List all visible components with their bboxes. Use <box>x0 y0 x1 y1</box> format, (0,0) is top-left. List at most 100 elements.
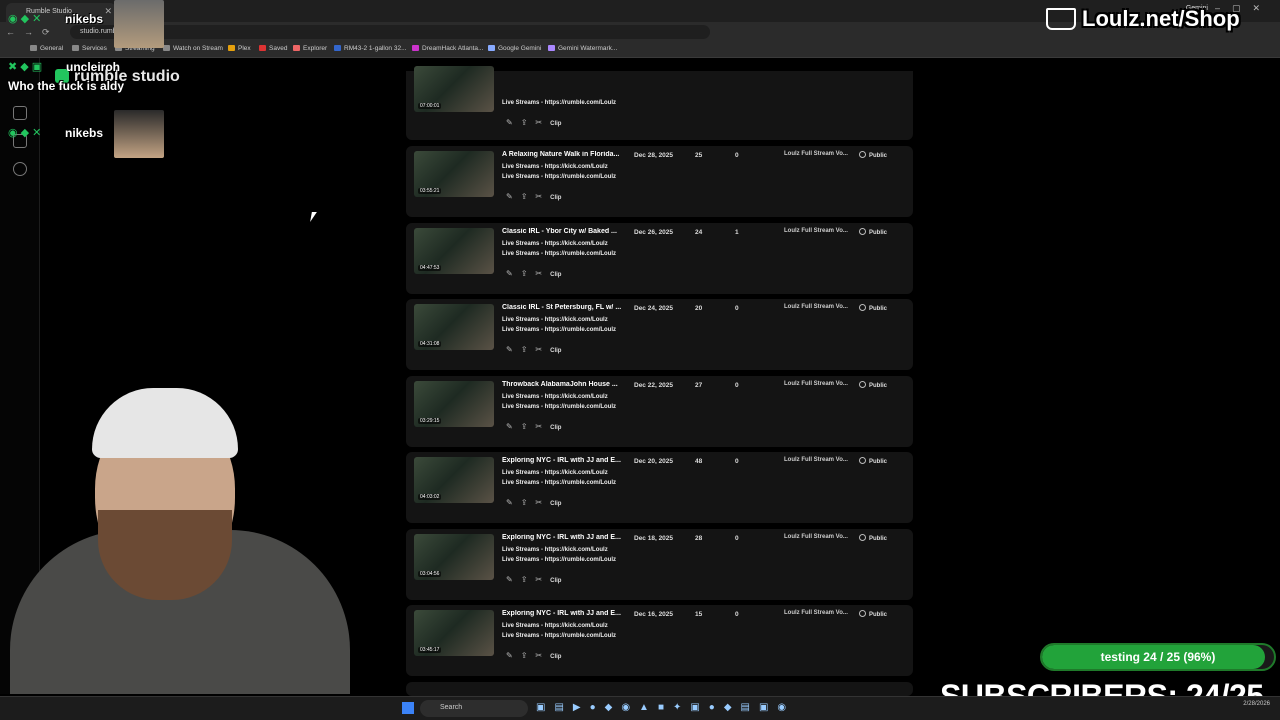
bookmark-item[interactable]: General <box>30 45 63 52</box>
clip-button[interactable]: Clip <box>550 195 561 201</box>
scissors-icon[interactable]: ✂ <box>535 192 542 201</box>
row-actions: ✎ ⇪ ✂ Clip <box>506 118 569 127</box>
bookmark-label: Plex <box>238 45 251 52</box>
bookmark-item[interactable]: Watch on Stream <box>163 45 223 52</box>
video-visibility[interactable]: Public <box>859 381 887 389</box>
video-title[interactable]: Classic IRL - St Petersburg, FL w/ ... <box>502 304 626 311</box>
edit-icon[interactable]: ✎ <box>506 575 513 584</box>
bookmark-item[interactable]: Gemini Watermark... <box>548 45 617 52</box>
video-thumbnail[interactable]: 07:00:01 <box>414 66 494 112</box>
edit-icon[interactable]: ✎ <box>506 118 513 127</box>
video-visibility[interactable]: Public <box>859 151 887 159</box>
clip-button[interactable]: Clip <box>550 348 561 354</box>
gear-icon[interactable] <box>13 162 27 176</box>
video-title[interactable]: Exploring NYC - IRL with JJ and E... <box>502 457 626 464</box>
content-icon[interactable] <box>13 106 27 120</box>
video-playlist[interactable]: Loulz Full Stream Vo... <box>784 304 848 310</box>
bookmark-item[interactable]: Google Gemini <box>488 45 541 52</box>
scissors-icon[interactable]: ✂ <box>535 269 542 278</box>
video-thumbnail[interactable]: 03:55:21 <box>414 151 494 197</box>
bookmark-item[interactable]: RM43-2 1-gallon 32... <box>334 45 407 52</box>
bookmark-item[interactable]: Services <box>72 45 107 52</box>
scissors-icon[interactable]: ✂ <box>535 422 542 431</box>
video-row[interactable]: 03:29:15 Throwback AlabamaJohn House ...… <box>406 376 913 447</box>
share-icon[interactable]: ⇪ <box>521 192 528 201</box>
video-title[interactable]: Throwback AlabamaJohn House ... <box>502 381 626 388</box>
mouse-cursor <box>310 212 317 222</box>
share-icon[interactable]: ⇪ <box>521 345 528 354</box>
video-visibility[interactable]: Public <box>859 610 887 618</box>
video-playlist[interactable]: Loulz Full Stream Vo... <box>784 610 848 616</box>
clip-button[interactable]: Clip <box>550 121 561 127</box>
edit-icon[interactable]: ✎ <box>506 498 513 507</box>
clip-button[interactable]: Clip <box>550 272 561 278</box>
video-row[interactable]: 03:45:17 Exploring NYC - IRL with JJ and… <box>406 605 913 676</box>
edit-icon[interactable]: ✎ <box>506 269 513 278</box>
video-comments: 0 <box>735 382 739 389</box>
video-thumbnail[interactable]: 04:31:08 <box>414 304 494 350</box>
edit-icon[interactable]: ✎ <box>506 422 513 431</box>
video-visibility[interactable]: Public <box>859 457 887 465</box>
bookmark-item[interactable]: Plex <box>228 45 251 52</box>
scissors-icon[interactable]: ✂ <box>535 345 542 354</box>
video-row[interactable]: 04:31:08 Classic IRL - St Petersburg, FL… <box>406 299 913 370</box>
share-icon[interactable]: ⇪ <box>521 422 528 431</box>
video-thumbnail[interactable]: 04:47:53 <box>414 228 494 274</box>
video-description: Live Streams - https://kick.com/Loulz <box>502 470 608 476</box>
video-duration: 04:31:08 <box>418 341 442 347</box>
video-duration: 03:29:15 <box>418 418 442 424</box>
video-visibility[interactable]: Public <box>859 304 887 312</box>
video-thumbnail[interactable]: 04:03:02 <box>414 457 494 503</box>
bookmark-item[interactable]: Explorer <box>293 45 327 52</box>
bookmark-item[interactable]: Saved <box>259 45 287 52</box>
video-row[interactable]: 04:47:53 Classic IRL - Ybor City w/ Bake… <box>406 223 913 294</box>
bookmark-item[interactable]: DreamHack Atlanta... <box>412 45 483 52</box>
scissors-icon[interactable]: ✂ <box>535 575 542 584</box>
share-icon[interactable]: ⇪ <box>521 118 528 127</box>
video-title[interactable]: Exploring NYC - IRL with JJ and E... <box>502 610 626 617</box>
taskbar-app-icons[interactable]: ▣▤▶●◆◉▲■✦▣●◆▤▣◉ <box>536 702 795 713</box>
video-title[interactable]: Classic IRL - Ybor City w/ Baked ... <box>502 228 626 235</box>
video-row-partial[interactable] <box>406 682 913 696</box>
video-row[interactable]: 03:04:56 Exploring NYC - IRL with JJ and… <box>406 529 913 600</box>
scissors-icon[interactable]: ✂ <box>535 118 542 127</box>
video-title[interactable]: A Relaxing Nature Walk in Florida... <box>502 151 626 158</box>
system-tray[interactable]: 2/28/2026 <box>1243 700 1270 708</box>
scissors-icon[interactable]: ✂ <box>535 651 542 660</box>
edit-icon[interactable]: ✎ <box>506 192 513 201</box>
windows-start-icon[interactable] <box>402 702 414 714</box>
video-duration: 03:55:21 <box>418 188 442 194</box>
video-thumbnail[interactable]: 03:04:56 <box>414 534 494 580</box>
taskbar-search[interactable]: Search <box>420 700 528 717</box>
video-playlist[interactable]: Loulz Full Stream Vo... <box>784 381 848 387</box>
video-title[interactable]: Exploring NYC - IRL with JJ and E... <box>502 534 626 541</box>
close-tab-icon[interactable]: ✕ <box>104 6 112 17</box>
url-field[interactable]: studio.rumble.com <box>70 25 710 39</box>
clip-button[interactable]: Clip <box>550 578 561 584</box>
video-row[interactable]: 07:00:01 Live Streams - https://rumble.c… <box>406 66 913 140</box>
video-row[interactable]: 04:03:02 Exploring NYC - IRL with JJ and… <box>406 452 913 523</box>
visibility-label: Public <box>869 153 888 159</box>
video-thumbnail[interactable]: 03:45:17 <box>414 610 494 656</box>
video-playlist[interactable]: Loulz Full Stream Vo... <box>784 151 848 157</box>
video-thumbnail[interactable]: 03:29:15 <box>414 381 494 427</box>
video-playlist[interactable]: Loulz Full Stream Vo... <box>784 457 848 463</box>
video-visibility[interactable]: Public <box>859 228 887 236</box>
share-icon[interactable]: ⇪ <box>521 651 528 660</box>
share-icon[interactable]: ⇪ <box>521 269 528 278</box>
share-icon[interactable]: ⇪ <box>521 575 528 584</box>
video-playlist[interactable]: Loulz Full Stream Vo... <box>784 228 848 234</box>
clip-button[interactable]: Clip <box>550 654 561 660</box>
scissors-icon[interactable]: ✂ <box>535 498 542 507</box>
video-row[interactable]: 03:55:21 A Relaxing Nature Walk in Flori… <box>406 146 913 217</box>
video-description: Live Streams - https://rumble.com/Loulz <box>502 557 617 563</box>
edit-icon[interactable]: ✎ <box>506 651 513 660</box>
clip-button[interactable]: Clip <box>550 425 561 431</box>
clip-button[interactable]: Clip <box>550 501 561 507</box>
edit-icon[interactable]: ✎ <box>506 345 513 354</box>
video-playlist[interactable]: Loulz Full Stream Vo... <box>784 534 848 540</box>
share-icon[interactable]: ⇪ <box>521 498 528 507</box>
video-visibility[interactable]: Public <box>859 534 887 542</box>
video-comments: 0 <box>735 152 739 159</box>
nav-buttons[interactable]: ←→⟳ <box>6 27 59 38</box>
